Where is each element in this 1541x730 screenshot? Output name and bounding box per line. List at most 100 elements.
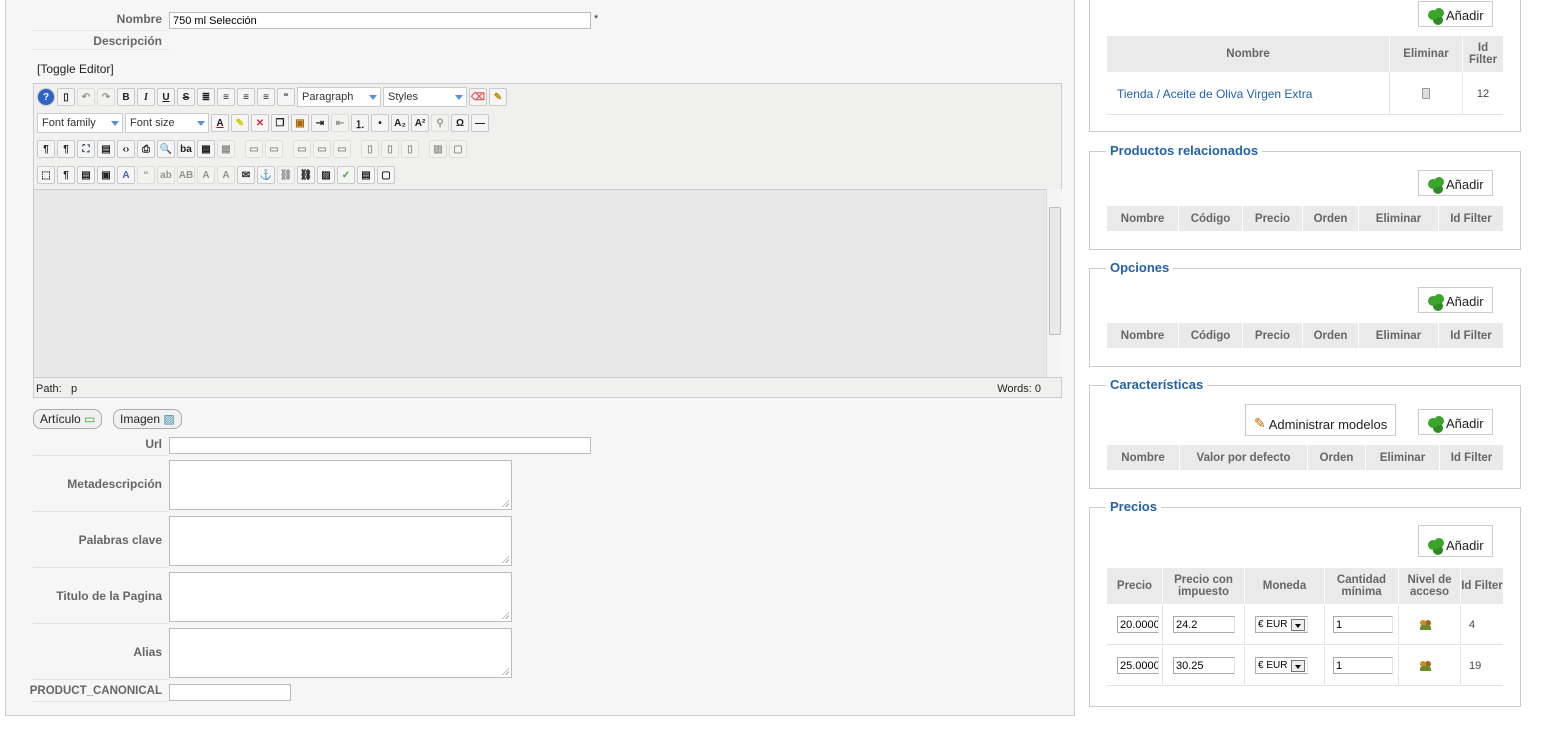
metadescripcion-textarea[interactable] [169, 460, 512, 510]
align-left-icon[interactable]: ≡ [237, 88, 255, 106]
cantidad-input[interactable]: 1 [1333, 657, 1393, 674]
horizontal-rule-icon[interactable]: — [471, 114, 489, 132]
superscript-icon[interactable]: A² [411, 114, 429, 132]
precio-input[interactable]: 20.00000 [1117, 616, 1159, 633]
underline-icon[interactable]: U [157, 88, 175, 106]
image-icon[interactable]: ▨ [317, 166, 335, 184]
titulo-textarea[interactable] [169, 572, 512, 622]
html-source-icon[interactable]: ‹› [117, 140, 135, 158]
bullet-list-icon[interactable]: • [371, 114, 389, 132]
nombre-input[interactable]: 750 ml Selección [169, 12, 591, 29]
attributes-icon[interactable]: ✉ [237, 166, 255, 184]
redo-icon[interactable]: ↷ [97, 88, 115, 106]
trash-icon[interactable] [1390, 73, 1463, 114]
cut-icon[interactable]: ✕ [251, 114, 269, 132]
undo-icon[interactable]: ↶ [77, 88, 95, 106]
styles-select[interactable]: Styles [383, 87, 467, 107]
toggle-editor-link[interactable]: [Toggle Editor] [37, 62, 114, 76]
template-icon[interactable]: ▤ [77, 166, 95, 184]
access-level-icon[interactable] [1420, 619, 1432, 630]
editor-scrollbar[interactable] [1046, 189, 1062, 377]
bold-icon[interactable]: B [117, 88, 135, 106]
url-input[interactable] [169, 437, 591, 454]
visual-aid-icon[interactable]: ⬚ [37, 166, 55, 184]
moneda-select[interactable]: € EUR [1255, 616, 1309, 633]
rtl-icon[interactable]: ¶ [57, 140, 75, 158]
replace-icon[interactable]: ba [177, 140, 195, 158]
insert-col-after-icon[interactable]: ▯ [381, 140, 399, 158]
path-value[interactable]: p [71, 383, 77, 395]
delete-col-icon[interactable]: ▯ [401, 140, 419, 158]
format-painter-icon[interactable]: ⚲ [431, 114, 449, 132]
strikethrough-icon[interactable]: S [177, 88, 195, 106]
outdent-icon[interactable]: ⇤ [331, 114, 349, 132]
numbered-list-icon[interactable]: ⒈ [351, 114, 369, 132]
layer-icon[interactable]: ▣ [97, 166, 115, 184]
prices-add-button[interactable]: Añadir [1418, 525, 1493, 557]
precio-input[interactable]: 25.00000 [1117, 657, 1159, 674]
features-add-button[interactable]: Añadir [1418, 409, 1493, 435]
insert-col-before-icon[interactable]: ▯ [361, 140, 379, 158]
anchor-icon[interactable]: ⚓ [257, 166, 275, 184]
paste-icon[interactable]: ▣ [291, 114, 309, 132]
link-icon[interactable]: ⛓ [297, 166, 315, 184]
precio-impuesto-input[interactable]: 24.2 [1173, 616, 1235, 633]
row-props-icon[interactable]: ▭ [245, 140, 263, 158]
cell-props-icon[interactable]: ▭ [265, 140, 283, 158]
articulo-button[interactable]: Artículo ▭ [33, 409, 103, 429]
unlink-icon[interactable]: ⛓ [277, 166, 295, 184]
access-level-icon[interactable] [1420, 660, 1432, 671]
subscript-icon[interactable]: A₂ [391, 114, 409, 132]
del-icon[interactable]: A [197, 166, 215, 184]
imagen-button[interactable]: Imagen ▨ [113, 409, 182, 429]
ltr-icon[interactable]: ¶ [37, 140, 55, 158]
canonical-input[interactable] [169, 684, 291, 701]
cite-icon[interactable]: “ [137, 166, 155, 184]
cleanup-icon[interactable]: ✎ [489, 88, 507, 106]
categories-add-button[interactable]: Añadir [1418, 1, 1493, 27]
related-add-button[interactable]: Añadir [1418, 170, 1493, 196]
format-select[interactable]: Paragraph [297, 87, 381, 107]
category-link[interactable]: Tienda / Aceite de Oliva Virgen Extra [1107, 73, 1390, 114]
find-icon[interactable]: 🔍 [157, 140, 175, 158]
insert-row-before-icon[interactable]: ▭ [293, 140, 311, 158]
manage-models-button[interactable]: ✎ Administrar modelos [1245, 404, 1397, 436]
table-icon[interactable]: ▦ [197, 140, 215, 158]
options-add-button[interactable]: Añadir [1418, 287, 1493, 313]
palabras-clave-textarea[interactable] [169, 516, 512, 566]
pagebreak-icon[interactable]: ▤ [357, 166, 375, 184]
justify-icon[interactable]: ≣ [197, 88, 215, 106]
print-icon[interactable]: ⎙ [137, 140, 155, 158]
editor-content-area[interactable] [34, 189, 1046, 377]
align-center-icon[interactable]: ≡ [217, 88, 235, 106]
font-size-select[interactable]: Font size [125, 113, 209, 133]
spellcheck-icon[interactable]: ✓ [337, 166, 355, 184]
new-document-icon[interactable]: ▯ [57, 88, 75, 106]
cantidad-input[interactable]: 1 [1333, 616, 1393, 633]
help-icon[interactable]: ? [37, 88, 55, 106]
split-cells-icon[interactable]: ▥ [429, 140, 447, 158]
abbr-icon[interactable]: ab [157, 166, 175, 184]
italic-icon[interactable]: I [137, 88, 155, 106]
acronym-icon[interactable]: AB [177, 166, 195, 184]
preview-icon[interactable]: ▤ [97, 140, 115, 158]
fullscreen-icon[interactable]: ⛶ [77, 140, 95, 158]
delete-table-icon[interactable]: ▦ [217, 140, 235, 158]
precio-impuesto-input[interactable]: 30.25 [1173, 657, 1235, 674]
merge-cells-icon[interactable]: ▢ [449, 140, 467, 158]
align-right-icon[interactable]: ≡ [257, 88, 275, 106]
blockquote-icon[interactable]: “ [277, 88, 295, 106]
insert-row-after-icon[interactable]: ▭ [313, 140, 331, 158]
alias-textarea[interactable] [169, 628, 512, 678]
text-color-icon[interactable]: A [211, 114, 229, 132]
special-char-icon[interactable]: Ω [451, 114, 469, 132]
font-family-select[interactable]: Font family [37, 113, 123, 133]
ins-icon[interactable]: A [217, 166, 235, 184]
show-blocks-icon[interactable]: ¶ [57, 166, 75, 184]
eraser-icon[interactable]: ⌫ [469, 88, 487, 106]
readmore-icon[interactable]: ▢ [377, 166, 395, 184]
highlight-icon[interactable]: ✎ [231, 114, 249, 132]
copy-icon[interactable]: ❐ [271, 114, 289, 132]
moneda-select[interactable]: € EUR [1255, 657, 1309, 674]
styleprops-icon[interactable]: A [117, 166, 135, 184]
